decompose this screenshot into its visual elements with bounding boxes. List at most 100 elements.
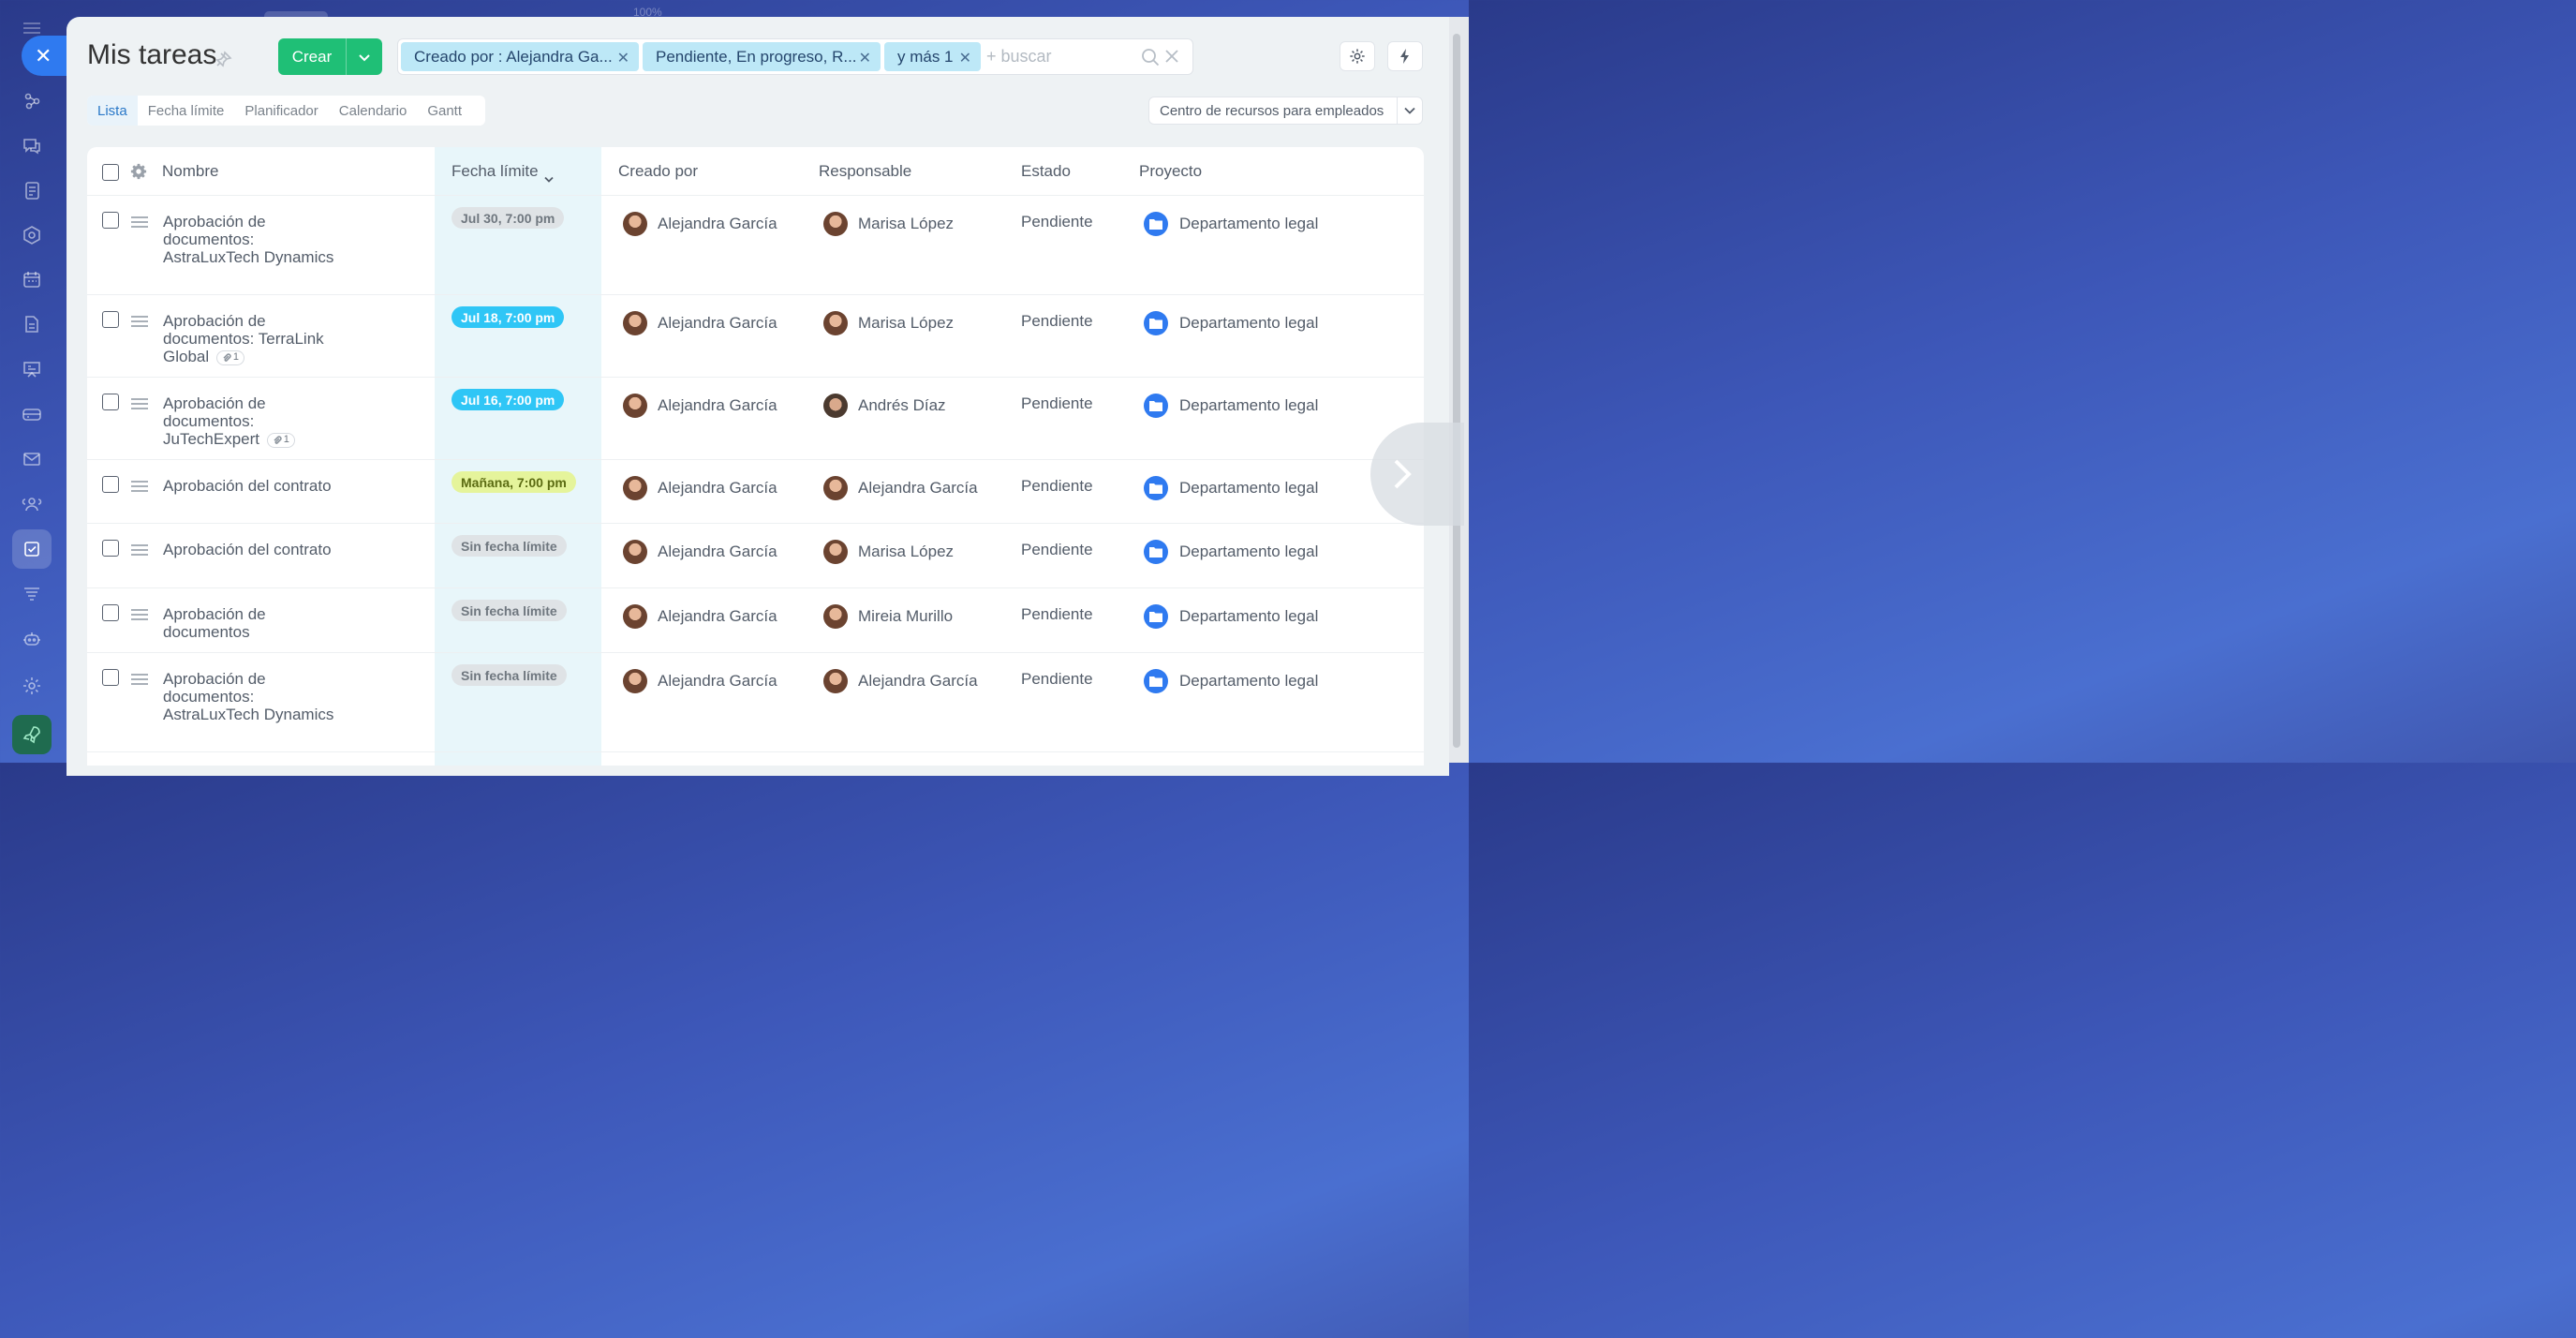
project-link[interactable]: Departamento legal (1179, 215, 1318, 233)
column-header-created-by[interactable]: Creado por (618, 162, 698, 181)
sidebar-item-employees[interactable] (12, 484, 52, 524)
table-row[interactable]: Aprobación de documentos: JuTechExpert 1 Ju… (87, 378, 1424, 460)
responsible-name[interactable]: Marisa López (858, 215, 954, 233)
filter-chip-status[interactable]: Pendiente, En progreso, R... ✕ (643, 42, 881, 71)
sidebar-item-rocket[interactable] (12, 715, 52, 754)
task-name[interactable]: Aprobación de documentos: TerraLink Global… (163, 312, 350, 365)
row-checkbox[interactable] (102, 394, 119, 410)
pin-icon[interactable] (215, 51, 232, 67)
deadline-badge[interactable]: Sin fecha límite (452, 600, 567, 621)
search-input[interactable] (986, 47, 1127, 67)
drag-handle-icon[interactable] (131, 674, 148, 685)
deadline-badge[interactable]: Mañana, 7:00 pm (452, 471, 576, 493)
tab-0[interactable]: Lista (87, 96, 138, 126)
responsible-name[interactable]: Alejandra García (858, 672, 978, 691)
sidebar-item-mail[interactable] (12, 439, 52, 479)
column-header-responsible[interactable]: Responsable (819, 162, 911, 181)
deadline-badge[interactable]: Jul 18, 7:00 pm (452, 306, 565, 328)
clear-search-icon[interactable] (1164, 49, 1179, 64)
chevron-down-icon[interactable] (347, 52, 382, 62)
task-name[interactable]: Aprobación del contrato (163, 477, 350, 495)
responsible-name[interactable]: Marisa López (858, 314, 954, 333)
drag-handle-icon[interactable] (131, 216, 148, 228)
filter-chip-creator[interactable]: Creado por : Alejandra Ga... ✕ (401, 42, 639, 71)
task-name[interactable]: Aprobación del contrato (163, 541, 350, 558)
creator-name[interactable]: Alejandra García (658, 543, 777, 561)
row-checkbox[interactable] (102, 212, 119, 229)
sidebar-item-chat[interactable] (12, 126, 52, 165)
drag-handle-icon[interactable] (131, 316, 148, 327)
filter-search-bar[interactable]: Creado por : Alejandra Ga... ✕ Pendiente… (397, 38, 1193, 75)
row-checkbox[interactable] (102, 540, 119, 557)
sidebar-item-hexagon[interactable] (12, 216, 52, 255)
sidebar-item-settings[interactable] (12, 666, 52, 706)
table-row[interactable]: Aprobación de documentos Sin fecha límite A… (87, 588, 1424, 653)
deadline-badge[interactable]: Sin fecha límite (452, 535, 567, 557)
sidebar-item-filter-stack[interactable] (12, 574, 52, 614)
avatar[interactable] (823, 212, 848, 236)
sidebar-item-document[interactable] (12, 305, 52, 344)
close-icon[interactable]: ✕ (959, 49, 971, 67)
sidebar-item-presentation[interactable] (12, 349, 52, 389)
search-icon[interactable] (1141, 48, 1160, 67)
drag-handle-icon[interactable] (131, 398, 148, 409)
avatar[interactable] (623, 394, 647, 418)
settings-button[interactable] (1340, 41, 1375, 71)
sidebar-item-tasks[interactable] (12, 529, 52, 569)
avatar[interactable] (623, 669, 647, 693)
task-name[interactable]: Aprobación de documentos: JuTechExpert 1 (163, 394, 350, 448)
row-checkbox[interactable] (102, 669, 119, 686)
deadline-badge[interactable]: Jul 16, 7:00 pm (452, 389, 565, 410)
table-row[interactable]: Aprobación del contrato Mañana, 7:00 pm Al… (87, 460, 1424, 524)
drag-handle-icon[interactable] (131, 481, 148, 492)
sidebar-item-sales-funnel[interactable] (12, 81, 52, 120)
scope-select[interactable]: Centro de recursos para empleados (1148, 97, 1423, 125)
sidebar-item-robot[interactable] (12, 619, 52, 659)
create-button[interactable]: Crear (278, 38, 382, 75)
project-link[interactable]: Departamento legal (1179, 479, 1318, 498)
select-all-checkbox[interactable] (102, 164, 119, 181)
tab-4[interactable]: Gantt (417, 96, 472, 126)
task-name[interactable]: Aprobación de documentos (163, 605, 350, 641)
sidebar-item-card[interactable] (12, 394, 52, 434)
avatar[interactable] (623, 540, 647, 564)
task-name[interactable]: Aprobación de documentos: AstraLuxTech Dyn… (163, 670, 350, 723)
drag-handle-icon[interactable] (131, 544, 148, 556)
creator-name[interactable]: Alejandra García (658, 215, 777, 233)
project-link[interactable]: Departamento legal (1179, 543, 1318, 561)
column-header-name[interactable]: Nombre (162, 162, 218, 181)
avatar[interactable] (823, 604, 848, 629)
chevron-down-icon[interactable] (1398, 107, 1422, 114)
deadline-badge[interactable]: Sin fecha límite (452, 664, 567, 686)
table-row[interactable]: Aprobación de documentos: AstraLuxTech Dyn… (87, 196, 1424, 295)
avatar[interactable] (823, 669, 848, 693)
tab-3[interactable]: Calendario (329, 96, 418, 126)
creator-name[interactable]: Alejandra García (658, 314, 777, 333)
row-checkbox[interactable] (102, 476, 119, 493)
creator-name[interactable]: Alejandra García (658, 607, 777, 626)
column-header-status[interactable]: Estado (1021, 162, 1071, 181)
table-row[interactable]: Aprobación del contrato Sin fecha límite A… (87, 524, 1424, 588)
attachment-count[interactable]: 1 (215, 349, 244, 365)
column-header-deadline[interactable]: Fecha límite (452, 162, 554, 183)
creator-name[interactable]: Alejandra García (658, 672, 777, 691)
project-link[interactable]: Departamento legal (1179, 607, 1318, 626)
next-page-arrow[interactable] (1370, 423, 1464, 526)
sidebar-item-feed[interactable] (12, 171, 52, 210)
row-checkbox[interactable] (102, 604, 119, 621)
creator-name[interactable]: Alejandra García (658, 479, 777, 498)
avatar[interactable] (623, 311, 647, 335)
avatar[interactable] (623, 212, 647, 236)
sidebar-item-calendar[interactable] (12, 260, 52, 299)
close-icon[interactable]: ✕ (859, 49, 871, 67)
responsible-name[interactable]: Mireia Murillo (858, 607, 953, 626)
avatar[interactable] (623, 476, 647, 500)
project-link[interactable]: Departamento legal (1179, 672, 1318, 691)
filter-chip-more[interactable]: y más 1 ✕ (884, 42, 981, 71)
responsible-name[interactable]: Marisa López (858, 543, 954, 561)
avatar[interactable] (823, 540, 848, 564)
column-header-project[interactable]: Proyecto (1139, 162, 1202, 181)
tab-2[interactable]: Planificador (234, 96, 328, 126)
responsible-name[interactable]: Andrés Díaz (858, 396, 946, 415)
project-link[interactable]: Departamento legal (1179, 314, 1318, 333)
